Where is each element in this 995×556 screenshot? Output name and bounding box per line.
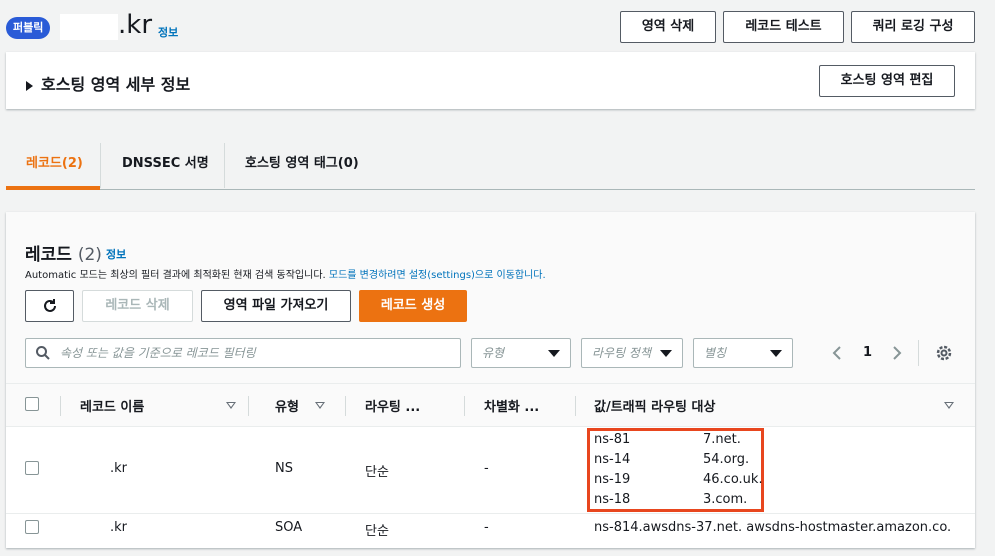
expand-caret-icon xyxy=(26,80,33,91)
refresh-button[interactable] xyxy=(25,290,74,322)
current-page[interactable]: 1 xyxy=(863,345,872,360)
refresh-icon xyxy=(43,299,56,312)
column-separator xyxy=(575,396,576,416)
column-separator xyxy=(464,396,465,416)
alias-filter-select[interactable]: 별칭 xyxy=(693,338,793,368)
row-checkbox[interactable] xyxy=(25,461,39,475)
ns-value-2-prefix: ns-14 xyxy=(594,452,631,467)
ns-value-4-suffix: 3.com. xyxy=(703,492,748,507)
tabs-divider xyxy=(6,189,975,190)
record-routing: 단순 xyxy=(365,524,389,539)
ns-value-1-prefix: ns-81 xyxy=(594,432,631,447)
ns-value-3-prefix: ns-19 xyxy=(594,472,631,487)
hosted-zone-details-panel: 호스팅 영역 세부 정보 호스팅 영역 편집 xyxy=(6,52,975,109)
tab-separator xyxy=(224,143,225,188)
delete-zone-button[interactable]: 영역 삭제 xyxy=(620,11,716,43)
column-header-record-name[interactable]: 레코드 이름 xyxy=(80,396,144,415)
public-badge: 퍼블릭 xyxy=(6,17,51,39)
tab-dnssec[interactable]: DNSSEC 서명 xyxy=(122,152,209,171)
tab-separator xyxy=(100,143,101,188)
routing-filter-select[interactable]: 라우팅 정책 xyxy=(581,338,683,368)
active-tab-indicator xyxy=(6,186,100,190)
record-name: .kr xyxy=(110,461,128,476)
column-separator xyxy=(248,396,249,416)
zone-info-link[interactable]: 정보 xyxy=(158,24,178,40)
ns-value-3-suffix: 46.co.uk. xyxy=(703,472,763,487)
details-toggle[interactable]: 호스팅 영역 세부 정보 xyxy=(26,71,190,95)
record-differentiator: - xyxy=(484,520,489,535)
import-zone-file-button[interactable]: 영역 파일 가져오기 xyxy=(201,290,351,322)
chevron-down-icon xyxy=(770,350,782,357)
column-header-type[interactable]: 유형 xyxy=(275,396,299,415)
search-input[interactable]: 속성 또는 값을 기준으로 레코드 필터링 xyxy=(25,338,461,368)
prev-page-icon[interactable] xyxy=(830,345,844,361)
record-differentiator: - xyxy=(484,461,489,476)
chevron-down-icon xyxy=(548,350,560,357)
record-routing: 단순 xyxy=(365,465,389,480)
redacted-zone-name xyxy=(60,14,118,40)
test-record-button[interactable]: 레코드 테스트 xyxy=(723,11,844,43)
row-divider xyxy=(6,513,975,514)
ns-value-4-prefix: ns-18 xyxy=(594,492,631,507)
column-separator xyxy=(345,396,346,416)
records-title: 레코드 (2) xyxy=(25,245,102,265)
create-record-button[interactable]: 레코드 생성 xyxy=(359,290,467,322)
search-icon xyxy=(36,346,50,360)
settings-link[interactable]: 모드를 변경하려면 설정(settings)으로 이동합니다. xyxy=(329,270,546,281)
gear-icon[interactable] xyxy=(935,344,953,362)
record-type: NS xyxy=(275,461,293,476)
tab-tags[interactable]: 호스팅 영역 태그(0) xyxy=(245,152,359,171)
edit-zone-button[interactable]: 호스팅 영역 편집 xyxy=(819,65,955,97)
column-header-value[interactable]: 값/트래픽 라우팅 대상 xyxy=(594,396,715,415)
delete-record-button[interactable]: 레코드 삭제 xyxy=(82,290,193,322)
type-filter-select[interactable]: 유형 xyxy=(471,338,571,368)
row-checkbox[interactable] xyxy=(25,520,39,534)
sort-icon[interactable] xyxy=(226,402,236,409)
column-separator xyxy=(60,396,61,416)
record-value: ns-814.awsdns-37.net. awsdns-hostmaster.… xyxy=(594,520,950,535)
chevron-down-icon xyxy=(660,350,672,357)
column-header-differentiator[interactable]: 차별화 ... xyxy=(484,396,539,415)
select-all-checkbox[interactable] xyxy=(25,397,39,411)
records-description: Automatic 모드는 최상의 필터 결과에 최적화된 현재 검색 동작입니… xyxy=(25,270,546,281)
sort-icon[interactable] xyxy=(315,402,325,409)
records-info-link[interactable]: 정보 xyxy=(106,246,126,262)
sort-icon[interactable] xyxy=(944,402,954,409)
ns-value-1-suffix: 7.net. xyxy=(703,432,741,447)
record-name: .kr xyxy=(110,520,128,535)
pagination-separator xyxy=(918,340,919,366)
ns-value-2-suffix: 54.org. xyxy=(703,452,750,467)
query-logging-button[interactable]: 쿼리 로깅 구성 xyxy=(851,11,975,43)
column-header-routing[interactable]: 라우팅 ... xyxy=(365,396,420,415)
zone-title: .kr xyxy=(118,10,153,40)
record-type: SOA xyxy=(275,520,303,535)
next-page-icon[interactable] xyxy=(890,345,904,361)
tab-records[interactable]: 레코드(2) xyxy=(26,152,83,171)
redacted-record-name xyxy=(48,518,110,536)
redacted-record-name xyxy=(48,460,110,478)
details-title: 호스팅 영역 세부 정보 xyxy=(41,75,191,94)
